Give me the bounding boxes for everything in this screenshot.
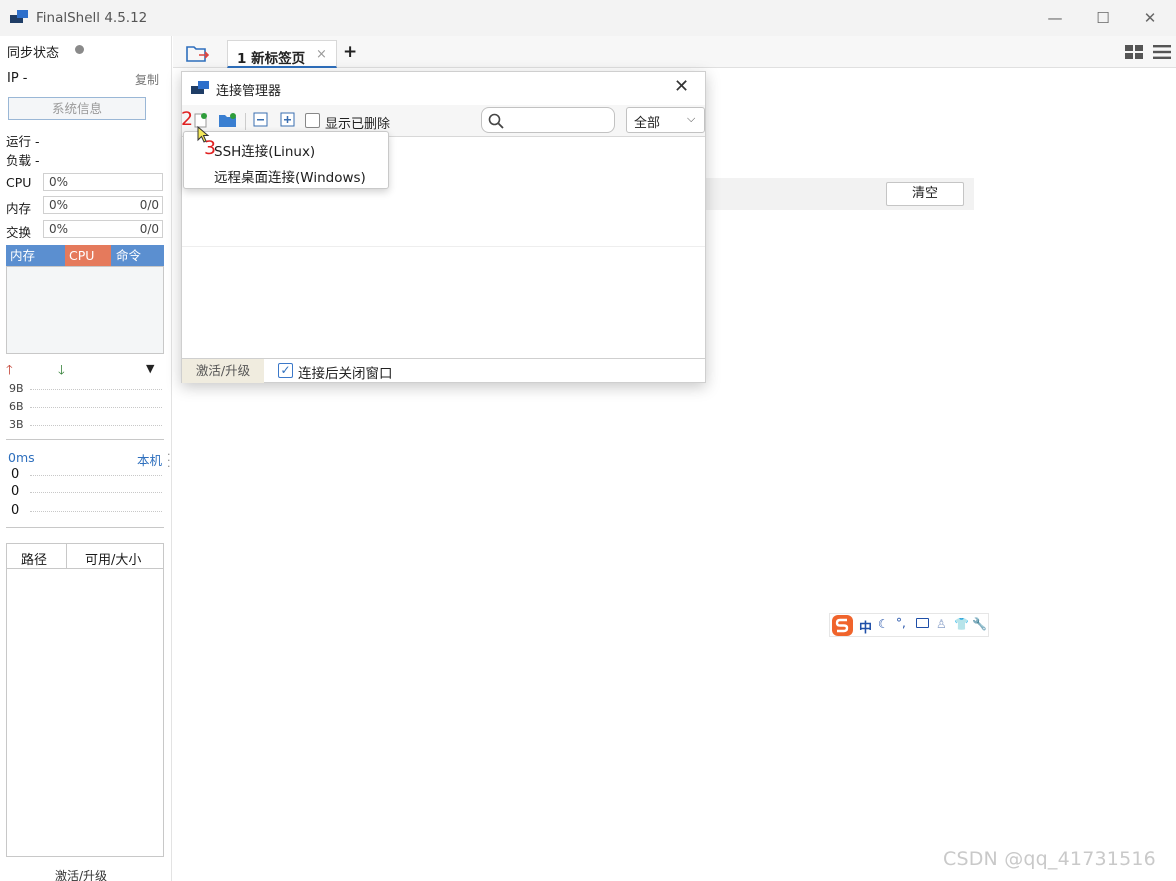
net-grid-line	[30, 425, 162, 426]
process-tab-cpu[interactable]: CPU	[65, 245, 111, 266]
disk-table-body	[6, 569, 164, 857]
watermark: CSDN @qq_41731516	[943, 848, 1156, 870]
process-list	[6, 266, 164, 354]
ping-label: 0ms	[8, 450, 35, 465]
net-scale-label: 3B	[9, 418, 24, 431]
sync-status-label: 同步状态	[7, 46, 60, 61]
ping-value: 0	[11, 503, 20, 518]
menu-item-rdp-windows[interactable]: 远程桌面连接(Windows)	[214, 166, 366, 186]
user-icon[interactable]: ♙	[936, 617, 947, 631]
toolbar-separator	[245, 113, 246, 130]
menu-icon[interactable]	[1153, 45, 1171, 59]
minimize-button[interactable]: —	[1035, 6, 1075, 30]
close-after-connect-label: 连接后关闭窗口	[298, 366, 393, 382]
memory-stat-bar: 0% 0/0	[43, 196, 163, 214]
ime-toolbar: 中 ☾ °, ♙ 👕 🔧	[829, 613, 989, 637]
process-tab-memory[interactable]: 内存	[6, 245, 64, 266]
filter-select-value: 全部	[634, 116, 661, 131]
disk-path-column[interactable]: 路径	[21, 549, 47, 568]
ping-target-label[interactable]: 本机	[137, 450, 162, 469]
chevron-down-icon: ⌵	[687, 112, 696, 125]
sidebar: 同步状态 IP - 复制 系统信息 运行 - 负载 - CPU 0% 内存 0%…	[0, 36, 172, 881]
ime-mode-label[interactable]: 中	[859, 617, 872, 636]
tab-label: 1 新标签页	[237, 51, 306, 67]
disk-size-column[interactable]: 可用/大小	[85, 549, 141, 568]
disk-table-header: 路径 可用/大小	[6, 543, 164, 569]
dialog-footer: 激活/升级 ✓ 连接后关闭窗口	[182, 358, 705, 383]
process-tab-command[interactable]: 命令	[112, 245, 164, 266]
punctuation-icon[interactable]: °,	[896, 616, 906, 630]
app-logo-icon	[10, 10, 28, 23]
tab-new-tab[interactable]: 1 新标签页 ×	[227, 40, 337, 68]
activate-upgrade-link[interactable]: 激活/升级	[55, 867, 107, 881]
connection-manager-dialog: 连接管理器 ✕ 显示已删除 全部 ⌵ 激活/升级 ✓ 连接后关闭窗口	[181, 71, 706, 383]
mouse-cursor-icon	[197, 126, 210, 143]
download-arrow-icon: 🡓	[58, 363, 65, 378]
title-bar: FinalShell 4.5.12 — ☐ ✕	[0, 0, 1176, 36]
new-folder-icon[interactable]	[218, 112, 238, 128]
swap-value: 0/0	[139, 222, 159, 236]
open-folder-icon[interactable]	[186, 45, 210, 63]
divider	[182, 246, 705, 247]
dialog-title: 连接管理器	[216, 84, 282, 99]
search-icon	[488, 113, 504, 129]
ip-label: IP -	[7, 71, 28, 86]
search-input[interactable]	[481, 107, 615, 133]
activate-upgrade-button[interactable]: 激活/升级	[182, 359, 264, 383]
ping-value: 0	[11, 484, 20, 499]
collapse-all-icon[interactable]	[253, 112, 268, 127]
close-after-connect-checkbox[interactable]: ✓	[278, 363, 293, 378]
swap-stat-bar: 0% 0/0	[43, 220, 163, 238]
session-tab-bar: 1 新标签页 × +	[173, 36, 1176, 68]
show-deleted-checkbox[interactable]	[305, 113, 320, 128]
window-close-button[interactable]: ✕	[1130, 6, 1170, 30]
keyboard-icon[interactable]	[916, 618, 929, 628]
network-interface-dropdown-icon[interactable]: ▼	[146, 362, 154, 375]
net-scale-label: 9B	[9, 382, 24, 395]
window-title: FinalShell 4.5.12	[36, 10, 148, 26]
copy-ip-button[interactable]: 复制	[135, 71, 159, 88]
ping-grid-line	[30, 511, 162, 512]
more-options-icon[interactable]: · · ·	[167, 449, 171, 472]
swap-stat-label: 交换	[6, 225, 32, 240]
sogou-logo-icon[interactable]	[831, 614, 855, 637]
net-scale-label: 6B	[9, 400, 24, 413]
tab-close-icon[interactable]: ×	[316, 47, 327, 62]
ping-value: 0	[11, 467, 20, 482]
moon-icon[interactable]: ☾	[878, 617, 889, 631]
app-logo-icon	[191, 81, 209, 94]
process-tabs: 内存 CPU 命令	[6, 245, 164, 266]
cpu-percent: 0%	[49, 175, 69, 189]
memory-stat-label: 内存	[6, 201, 32, 216]
ping-grid-line	[30, 492, 162, 493]
divider	[6, 439, 164, 440]
divider	[6, 527, 164, 528]
filter-select[interactable]: 全部 ⌵	[626, 107, 705, 133]
skin-shirt-icon[interactable]: 👕	[954, 617, 969, 631]
maximize-button[interactable]: ☐	[1083, 6, 1123, 30]
net-grid-line	[30, 407, 162, 408]
column-divider	[66, 544, 67, 568]
cpu-stat-label: CPU	[6, 175, 32, 190]
menu-item-ssh-linux[interactable]: SSH连接(Linux)	[214, 140, 315, 160]
net-grid-line	[30, 389, 162, 390]
clear-button[interactable]: 清空	[886, 182, 964, 206]
system-info-button[interactable]: 系统信息	[8, 97, 146, 120]
add-tab-button[interactable]: +	[343, 42, 357, 62]
grid-view-icon[interactable]	[1125, 45, 1143, 59]
expand-all-icon[interactable]	[280, 112, 295, 127]
sync-status-dot	[75, 45, 84, 54]
dialog-close-button[interactable]: ✕	[674, 76, 689, 97]
uptime-label: 运行 -	[6, 134, 40, 149]
show-deleted-label: 显示已删除	[325, 117, 391, 132]
annotation-step-2: 2	[181, 108, 194, 130]
upload-arrow-icon: 🡑	[6, 363, 13, 378]
cpu-stat-bar: 0%	[43, 173, 163, 191]
memory-percent: 0%	[49, 198, 69, 212]
load-label: 负载 -	[6, 153, 40, 168]
swap-percent: 0%	[49, 222, 69, 236]
ping-grid-line	[30, 475, 162, 476]
wrench-icon[interactable]: 🔧	[972, 617, 987, 631]
memory-value: 0/0	[139, 198, 159, 212]
